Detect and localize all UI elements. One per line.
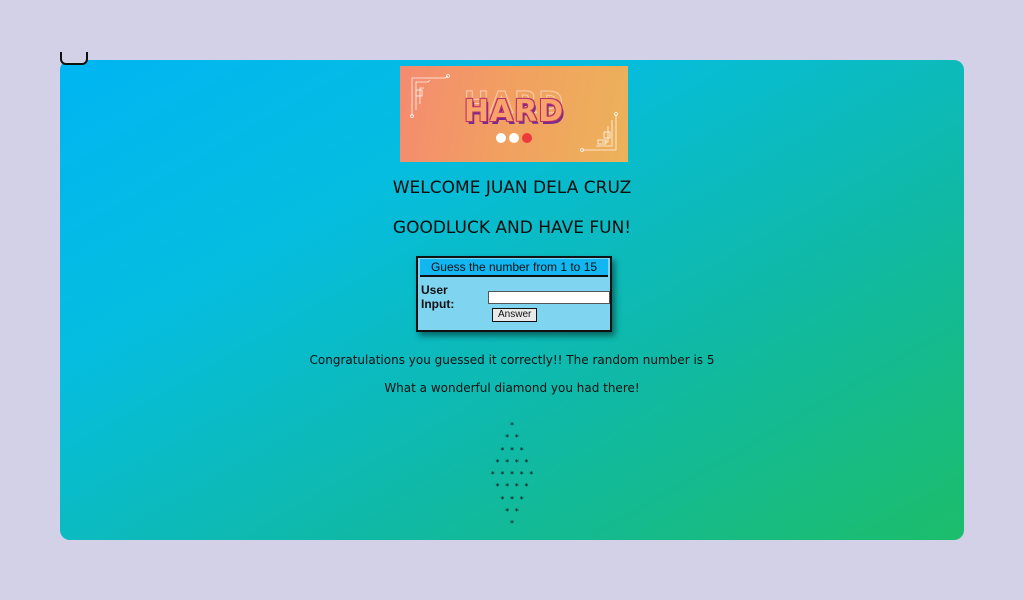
window-corner-tab bbox=[60, 52, 88, 65]
welcome-heading: WELCOME JUAN DELA CRUZ bbox=[392, 178, 632, 198]
answer-button[interactable]: Answer bbox=[492, 308, 538, 322]
diamond-row: * * bbox=[504, 433, 520, 443]
diamond-message: What a wonderful diamond you had there! bbox=[384, 381, 640, 395]
diamond-row: * * * * * bbox=[490, 470, 534, 480]
result-message: Congratulations you guessed it correctly… bbox=[309, 353, 715, 367]
user-input-label: User Input: bbox=[421, 283, 455, 311]
guess-form-title: Guess the number from 1 to 15 bbox=[420, 259, 608, 277]
diamond-row: * * * bbox=[499, 445, 525, 455]
difficulty-dot-icon bbox=[496, 133, 506, 143]
banner-title: HARD bbox=[463, 94, 565, 129]
difficulty-banner: HARD HARD bbox=[400, 66, 628, 162]
difficulty-dots bbox=[496, 133, 532, 143]
difficulty-dot-icon bbox=[509, 133, 519, 143]
diamond-row: * * * * bbox=[495, 482, 529, 492]
diamond-row: * bbox=[509, 421, 515, 430]
user-input-field[interactable] bbox=[488, 290, 610, 304]
diamond-row: * bbox=[509, 519, 515, 529]
difficulty-dot-active-icon bbox=[522, 133, 532, 143]
diamond-row: * * * * bbox=[495, 457, 529, 467]
diamond-pattern: * * * * * * * * * * * * * * * * * * * * … bbox=[60, 420, 964, 531]
guess-form: Guess the number from 1 to 15 User Input… bbox=[416, 256, 612, 332]
input-row: User Input: bbox=[421, 283, 610, 311]
diamond-row: * * * bbox=[499, 494, 525, 504]
goodluck-heading: GOODLUCK AND HAVE FUN! bbox=[392, 218, 632, 238]
game-page: HARD HARD WELCOME JUAN DELA CRUZ GOODLUC… bbox=[60, 60, 964, 540]
diamond-row: * * bbox=[504, 507, 520, 517]
